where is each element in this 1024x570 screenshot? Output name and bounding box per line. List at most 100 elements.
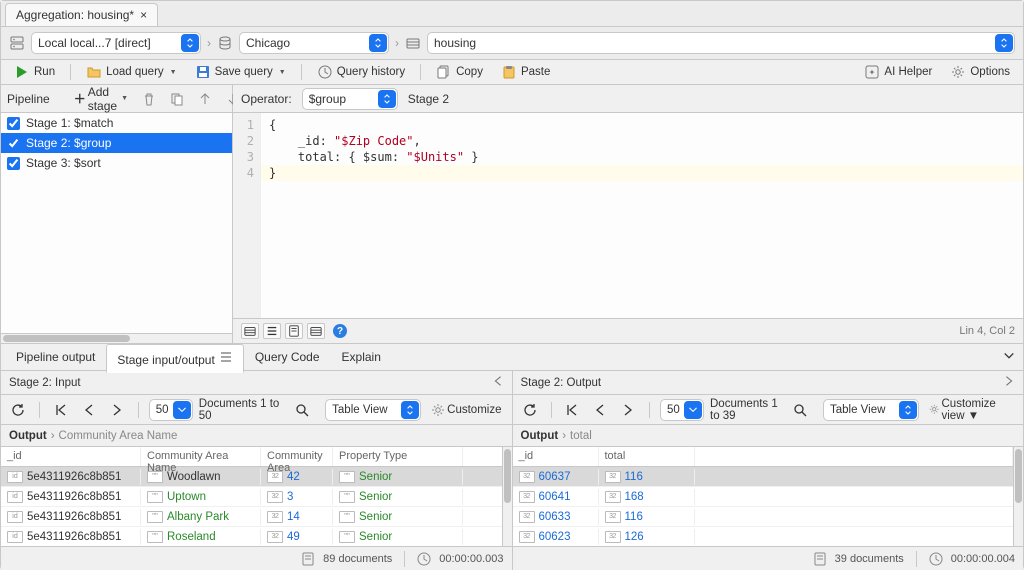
- page-size-select[interactable]: 50: [149, 399, 193, 421]
- view-mode-3[interactable]: [285, 323, 303, 339]
- cell-spacer: [695, 495, 1014, 499]
- add-stage-button[interactable]: ＋Add stage: [70, 83, 132, 115]
- col-area[interactable]: Community Area: [261, 447, 333, 466]
- collapse-left-icon[interactable]: [492, 375, 504, 390]
- next-page-button[interactable]: [106, 401, 128, 419]
- separator: [39, 402, 40, 418]
- string-icon: [339, 471, 355, 483]
- server-select[interactable]: Local local...7 [direct]: [31, 32, 201, 54]
- tab-aggregation[interactable]: Aggregation: housing* ×: [5, 3, 158, 26]
- view-mode-4[interactable]: [307, 323, 325, 339]
- updown-icon: [378, 90, 396, 108]
- run-button[interactable]: Run: [7, 61, 62, 83]
- table-row[interactable]: 5e4311926c8b851Woodlawn42Senior: [1, 467, 502, 487]
- stage-label: Stage 2: $group: [26, 136, 111, 150]
- ai-helper-button[interactable]: AI Helper: [857, 61, 939, 83]
- collection-select[interactable]: housing: [427, 32, 1015, 54]
- doc-range: Documents 1 to 39: [710, 398, 783, 422]
- gear-icon: [431, 403, 445, 417]
- collapse-results[interactable]: [999, 346, 1019, 369]
- table-row[interactable]: 60637116: [513, 467, 1014, 487]
- cell-name: Uptown: [141, 489, 261, 505]
- prev-page-button[interactable]: [589, 401, 611, 419]
- customize-view-button[interactable]: Customize view ▼: [925, 396, 1017, 424]
- save-query-button[interactable]: Save query: [188, 61, 293, 83]
- col-name[interactable]: Community Area Name: [141, 447, 261, 466]
- tab-query-code[interactable]: Query Code: [244, 344, 331, 370]
- table-row[interactable]: 60633116: [513, 507, 1014, 527]
- view-mode-1[interactable]: [241, 323, 259, 339]
- number-icon: [267, 471, 283, 483]
- chevron-right-icon: ›: [562, 430, 566, 442]
- first-page-button[interactable]: [561, 401, 583, 419]
- reload-button[interactable]: [519, 401, 541, 419]
- collapse-right-icon[interactable]: [1003, 375, 1015, 390]
- cell-id: 60623: [513, 529, 599, 545]
- tab-explain[interactable]: Explain: [331, 344, 392, 370]
- table-row[interactable]: 5e4311926c8b851Albany Park14Senior: [1, 507, 502, 527]
- find-button[interactable]: [789, 401, 811, 419]
- operator-select[interactable]: $group: [302, 88, 398, 110]
- table-row[interactable]: 60641168: [513, 487, 1014, 507]
- first-page-button[interactable]: [50, 401, 72, 419]
- stage-output-pane: Stage 2: Output 50 Documents 1 to 39 Tab…: [513, 371, 1024, 570]
- duplicate-icon: [170, 92, 184, 106]
- customize-button[interactable]: Customize: [427, 401, 505, 419]
- cell-spacer: [695, 475, 1014, 479]
- load-query-button[interactable]: Load query: [79, 61, 183, 83]
- find-button[interactable]: [291, 401, 313, 419]
- help-icon[interactable]: ?: [333, 324, 347, 338]
- database-select[interactable]: Chicago: [239, 32, 389, 54]
- v-scrollbar[interactable]: [502, 447, 512, 546]
- stage-checkbox[interactable]: [7, 137, 20, 150]
- cell-id: 5e4311926c8b851: [1, 509, 141, 525]
- document-icon: [301, 552, 315, 566]
- string-icon: [147, 471, 163, 483]
- view-mode-2[interactable]: [263, 323, 281, 339]
- view-mode-select[interactable]: Table View: [325, 399, 421, 421]
- next-page-button[interactable]: [617, 401, 639, 419]
- table-row[interactable]: 5e4311926c8b851Uptown3Senior: [1, 487, 502, 507]
- page-size-select[interactable]: 50: [660, 399, 704, 421]
- cell-name: Albany Park: [141, 509, 261, 525]
- duplicate-stage-button[interactable]: [166, 90, 188, 108]
- tab-stage-io[interactable]: Stage input/output: [106, 344, 243, 373]
- table-row[interactable]: 60623126: [513, 527, 1014, 546]
- cell-id: 5e4311926c8b851: [1, 469, 141, 485]
- query-history-button[interactable]: Query history: [310, 61, 412, 83]
- string-icon: [147, 491, 163, 503]
- cell-total: 168: [599, 489, 695, 505]
- stage-item[interactable]: Stage 2: $group: [1, 133, 232, 153]
- view-mode-select[interactable]: Table View: [823, 399, 919, 421]
- reload-button[interactable]: [7, 401, 29, 419]
- move-up-button[interactable]: [194, 90, 216, 108]
- paste-button[interactable]: Paste: [494, 61, 557, 83]
- output-grid: _id total 606371166064116860633116606231…: [513, 447, 1024, 546]
- table-row[interactable]: 5e4311926c8b851Roseland49Senior: [1, 527, 502, 546]
- prev-page-button[interactable]: [78, 401, 100, 419]
- tab-pipeline-output[interactable]: Pipeline output: [5, 344, 106, 370]
- col-ptype[interactable]: Property Type: [333, 447, 463, 466]
- stage-checkbox[interactable]: [7, 157, 20, 170]
- v-scrollbar[interactable]: [1013, 447, 1023, 546]
- close-icon[interactable]: ×: [140, 8, 147, 22]
- copy-button[interactable]: Copy: [429, 61, 490, 83]
- editor-header: Operator: $group Stage 2: [233, 85, 1023, 113]
- col-total[interactable]: total: [599, 447, 695, 466]
- h-scrollbar[interactable]: [1, 333, 232, 343]
- pipeline-label: Pipeline: [7, 92, 50, 106]
- operator-label: Operator:: [241, 92, 292, 106]
- stage-item[interactable]: Stage 3: $sort: [1, 153, 232, 173]
- options-button[interactable]: Options: [943, 61, 1017, 83]
- cell-id: 60637: [513, 469, 599, 485]
- code-body[interactable]: { _id: "$Zip Code", total: { $sum: "$Uni…: [261, 113, 1023, 318]
- number-icon: [605, 511, 621, 523]
- code-editor[interactable]: 1234 { _id: "$Zip Code", total: { $sum: …: [233, 113, 1023, 319]
- col-id[interactable]: _id: [1, 447, 141, 466]
- col-id[interactable]: _id: [513, 447, 599, 466]
- delete-stage-button[interactable]: [138, 90, 160, 108]
- input-footer: 89 documents 00:00:00.003: [1, 546, 512, 570]
- database-icon: [217, 35, 233, 51]
- stage-item[interactable]: Stage 1: $match: [1, 113, 232, 133]
- stage-checkbox[interactable]: [7, 117, 20, 130]
